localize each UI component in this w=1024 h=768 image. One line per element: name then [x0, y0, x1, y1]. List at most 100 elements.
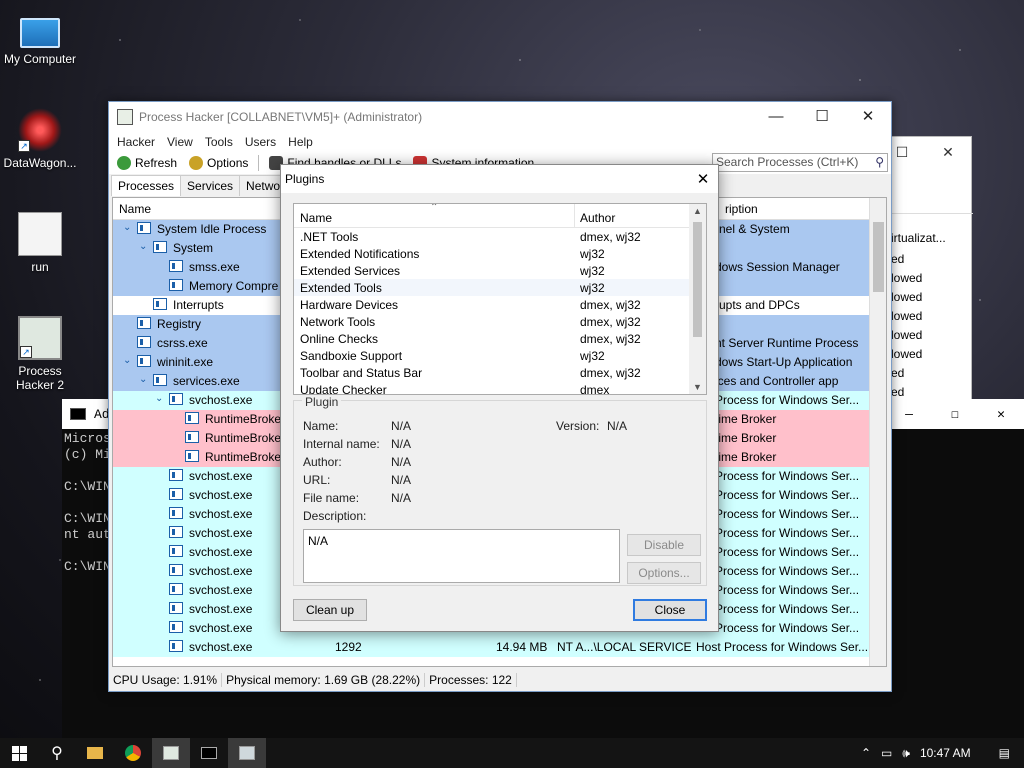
expand-chevron-icon[interactable]: ⌄ [139, 374, 147, 385]
network-icon[interactable]: ▭ [881, 746, 892, 760]
menu-users[interactable]: Users [239, 132, 282, 152]
scroll-up-icon[interactable]: ▲ [693, 206, 702, 216]
process-description: dows Session Manager [715, 260, 840, 274]
expand-chevron-icon[interactable]: ⌄ [139, 241, 147, 252]
menu-view[interactable]: View [161, 132, 199, 152]
status-bar: CPU Usage: 1.91% Physical memory: 1.69 G… [109, 669, 891, 691]
process-icon [153, 374, 167, 386]
desktop-icon-label: DataWagon... [3, 156, 77, 170]
process-name: svchost.exe [189, 526, 253, 540]
author-value: N/A [391, 455, 412, 469]
expand-chevron-icon[interactable]: ⌄ [123, 222, 131, 233]
cmd-taskbar-button[interactable] [190, 738, 228, 768]
volume-icon[interactable]: 🕪 [902, 746, 910, 761]
process-icon [169, 564, 183, 576]
options-button[interactable]: Options... [627, 562, 701, 584]
process-name: svchost.exe [189, 393, 253, 407]
plugin-list-scrollbar[interactable]: ▲ ▼ [689, 204, 706, 394]
process-name: smss.exe [189, 260, 240, 274]
file-explorer-button[interactable] [76, 738, 114, 768]
background-window[interactable]: ☐ ✕ irtualizat... ed lowed lowed lowed lowed… [884, 136, 973, 406]
close-icon[interactable]: ✕ [688, 170, 718, 188]
plugin-name: .NET Tools [300, 230, 359, 244]
plugin-row[interactable]: Extended Services wj32 [294, 262, 706, 279]
chrome-button[interactable] [114, 738, 152, 768]
name-label: Name: [303, 419, 339, 433]
clean-up-button[interactable]: Clean up [293, 599, 367, 621]
desktop-icon-datawagon[interactable]: ↗ DataWagon... [0, 108, 80, 170]
process-icon [169, 621, 183, 633]
menu-tools[interactable]: Tools [199, 132, 239, 152]
desktop-icon-my-computer[interactable]: My Computer [0, 10, 80, 66]
options-button[interactable]: Options [185, 156, 252, 170]
menu-hacker[interactable]: Hacker [111, 132, 161, 152]
scrollbar-thumb[interactable] [873, 222, 884, 292]
column-header-author[interactable]: Author [580, 211, 615, 225]
search-button[interactable]: ⚲ [38, 738, 76, 768]
scrollbar-thumb[interactable] [693, 222, 702, 337]
minimize-icon[interactable]: — [886, 407, 932, 422]
start-button[interactable] [0, 738, 38, 768]
description-value: N/A [308, 534, 329, 548]
vertical-scrollbar[interactable] [869, 198, 886, 666]
cmd-icon [201, 747, 217, 759]
process-name: svchost.exe [189, 564, 253, 578]
chevron-up-icon[interactable]: ⌃ [861, 746, 871, 760]
tab-services[interactable]: Services [180, 175, 241, 196]
close-icon[interactable]: ✕ [925, 137, 971, 167]
table-row[interactable]: svchost.exe 1292 14.94 MB NT A...\LOCAL SER… [113, 638, 886, 657]
titlebar[interactable]: Process Hacker [COLLABNET\VM5]+ (Adminis… [109, 102, 891, 132]
bg-row-value: ed [891, 366, 905, 380]
process-hacker-icon [163, 746, 179, 760]
url-value[interactable]: N/A [391, 473, 411, 487]
process-name: svchost.exe [189, 602, 253, 616]
maximize-icon[interactable]: ☐ [932, 407, 978, 422]
plugin-row[interactable]: Network Tools dmex, wj32 [294, 313, 706, 330]
close-button[interactable]: ✕ [845, 102, 891, 132]
plugin-row[interactable]: Update Checker dmex [294, 381, 706, 394]
dialog-titlebar[interactable]: Plugins ✕ [281, 165, 718, 193]
column-header-name[interactable]: Name [119, 202, 151, 216]
plugin-row[interactable]: Online Checks dmex, wj32 [294, 330, 706, 347]
file-name-value: N/A [391, 491, 412, 505]
close-button[interactable]: Close [633, 599, 707, 621]
search-input[interactable]: Search Processes (Ctrl+K) ⚲ [712, 153, 888, 172]
plugin-row[interactable]: Extended Tools wj32 [294, 279, 706, 296]
windows-logo-icon [11, 745, 27, 761]
minimize-button[interactable]: — [753, 102, 799, 132]
process-hacker-taskbar-button[interactable] [152, 738, 190, 768]
tab-processes[interactable]: Processes [111, 175, 182, 196]
process-icon [137, 336, 151, 348]
refresh-button[interactable]: Refresh [113, 156, 181, 170]
internal-name-label: Internal name: [303, 437, 380, 451]
maximize-button[interactable]: ☐ [799, 102, 845, 132]
column-header-name[interactable]: Name [300, 211, 332, 225]
description-textbox[interactable]: N/A [303, 529, 620, 583]
process-hacker-2-taskbar-button[interactable] [228, 738, 266, 768]
scroll-down-icon[interactable]: ▼ [693, 382, 702, 392]
process-description: Process for Windows Ser... [715, 469, 860, 483]
process-name: Interrupts [173, 298, 224, 312]
desktop-icon-run[interactable]: run [0, 212, 80, 274]
expand-chevron-icon[interactable]: ⌄ [155, 393, 163, 404]
column-divider[interactable] [574, 204, 575, 228]
menu-help[interactable]: Help [282, 132, 319, 152]
column-header-description[interactable]: ription [725, 202, 758, 216]
plugins-dialog[interactable]: Plugins ✕ Name ⌃ Author .NET Tools dmex, … [280, 164, 719, 632]
process-description: time Broker [715, 412, 777, 426]
gear-icon [189, 156, 204, 170]
close-icon[interactable]: ✕ [978, 407, 1024, 422]
disable-button[interactable]: Disable [627, 534, 701, 556]
plugin-row[interactable]: .NET Tools dmex, wj32 [294, 228, 706, 245]
plugin-list[interactable]: Name ⌃ Author .NET Tools dmex, wj32 Extend… [293, 203, 707, 395]
process-icon [169, 488, 183, 500]
clock[interactable]: 10:47 AM [920, 746, 971, 760]
plugin-row[interactable]: Sandboxie Support wj32 [294, 347, 706, 364]
plugin-row[interactable]: Extended Notifications wj32 [294, 245, 706, 262]
notification-icon[interactable]: ▤ [999, 746, 1010, 760]
expand-chevron-icon[interactable]: ⌄ [123, 355, 131, 366]
plugin-row[interactable]: Hardware Devices dmex, wj32 [294, 296, 706, 313]
desktop-icon-process-hacker[interactable]: ↗ Process Hacker 2 [0, 316, 80, 392]
process-icon [169, 545, 183, 557]
plugin-row[interactable]: Toolbar and Status Bar dmex, wj32 [294, 364, 706, 381]
